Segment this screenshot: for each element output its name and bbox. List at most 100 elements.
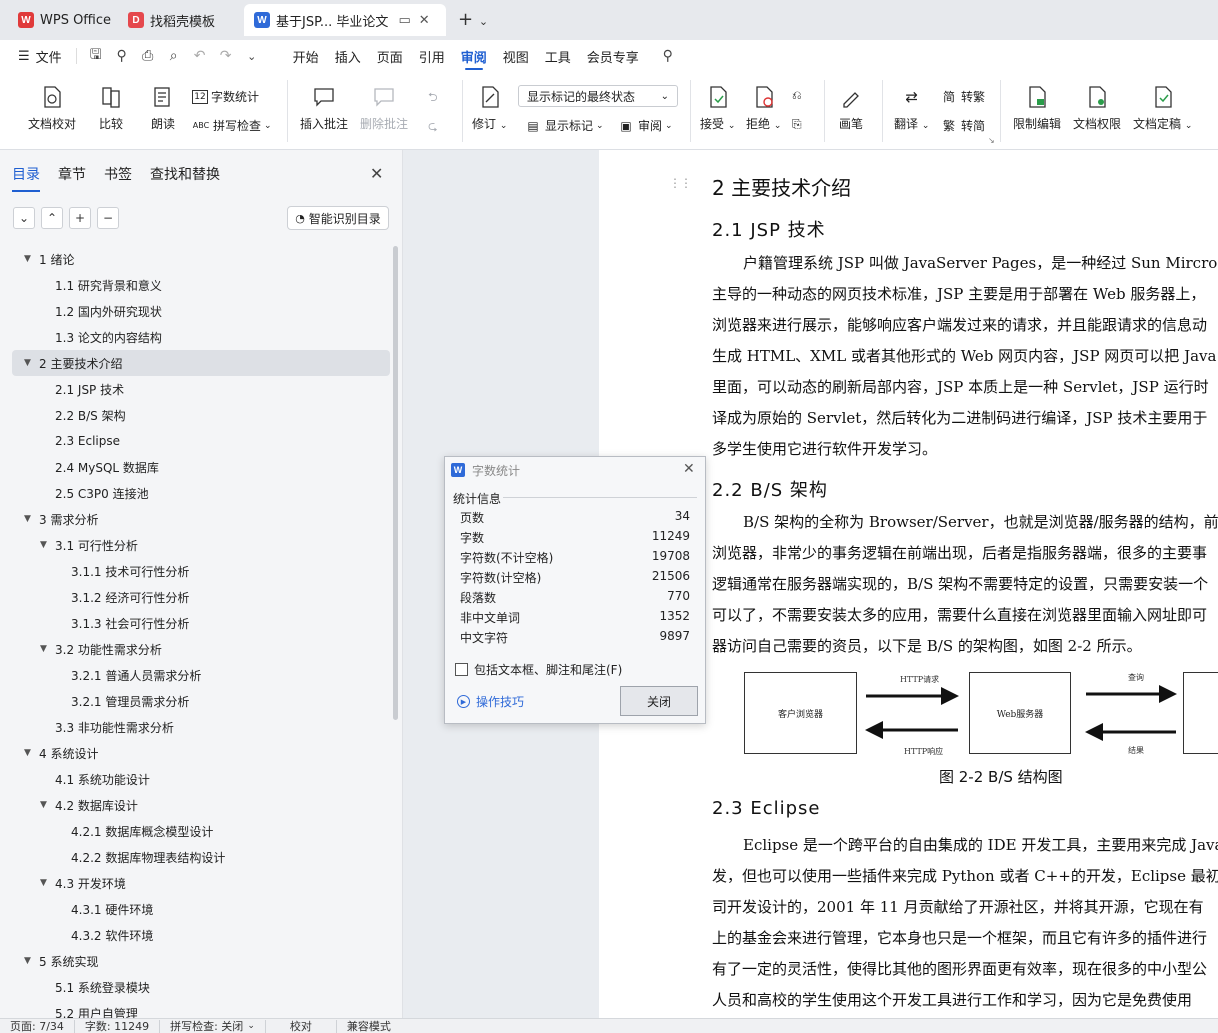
- delete-comment-button[interactable]: 删除批注: [360, 84, 408, 132]
- file-menu[interactable]: ☰ 文件: [10, 40, 70, 72]
- drag-handle-icon[interactable]: ⋮⋮: [669, 176, 692, 190]
- next-comment-icon[interactable]: ⮎: [428, 117, 438, 138]
- menu-insert[interactable]: 插入: [327, 40, 369, 72]
- close-pane-icon[interactable]: ✕: [370, 164, 383, 183]
- prev-comment-icon[interactable]: ⮌: [428, 88, 438, 109]
- expand-arrow-icon[interactable]: ▼: [24, 514, 31, 524]
- toc-item[interactable]: ▼ 1 绪论: [12, 246, 390, 272]
- markup-state-select[interactable]: 显示标记的最终状态 ⌄: [518, 85, 678, 107]
- revise-button[interactable]: 修订 ⌄: [472, 84, 507, 132]
- restrict-edit-button[interactable]: 限制编辑: [1013, 84, 1061, 132]
- toc-item[interactable]: ▼ 4.2 数据库设计: [12, 792, 390, 818]
- toc-item[interactable]: 4.2.2 数据库物理表结构设计: [12, 844, 390, 870]
- expand-arrow-icon[interactable]: ▼: [24, 358, 31, 368]
- redo-icon[interactable]: ↷: [213, 43, 239, 69]
- proofread-button[interactable]: 文档校对: [28, 84, 76, 132]
- expand-up-icon[interactable]: ⌃: [41, 207, 63, 229]
- toc-item[interactable]: 2.2 B/S 架构: [12, 402, 390, 428]
- spell-check-status[interactable]: 拼写检查: 关闭 ⌄: [160, 1019, 266, 1033]
- smart-toc-button[interactable]: ◔ 智能识别目录: [287, 206, 389, 230]
- toc-item[interactable]: 1.2 国内外研究现状: [12, 298, 390, 324]
- compare-button[interactable]: 比较: [98, 84, 124, 132]
- expand-group-icon[interactable]: ↘: [988, 136, 995, 145]
- toc-item[interactable]: 3.1.3 社会可行性分析: [12, 610, 390, 636]
- menu-reference[interactable]: 引用: [411, 40, 453, 72]
- menu-page[interactable]: 页面: [369, 40, 411, 72]
- to-simplified-button[interactable]: 繁 转简: [940, 117, 985, 134]
- tips-link[interactable]: ▶ 操作技巧: [457, 693, 524, 710]
- more-chevron-icon[interactable]: ⌄: [239, 43, 265, 69]
- tab-docer-templates[interactable]: D 找稻壳模板: [118, 4, 225, 36]
- toc-item[interactable]: 1.3 论文的内容结构: [12, 324, 390, 350]
- spell-check-button[interactable]: ABC 拼写检查 ⌄: [192, 117, 272, 134]
- translate-button[interactable]: ⇄ 翻译 ⌄: [894, 84, 929, 132]
- insert-comment-button[interactable]: 插入批注: [300, 84, 348, 132]
- toc-item[interactable]: 3.2.1 管理员需求分析: [12, 688, 390, 714]
- accept-button[interactable]: 接受 ⌄: [700, 84, 735, 132]
- include-textbox-checkbox[interactable]: 包括文本框、脚注和尾注(F): [455, 661, 622, 678]
- toc-item[interactable]: ▼ 5 系统实现: [12, 948, 390, 974]
- toc-item[interactable]: 2.5 C3P0 连接池: [12, 480, 390, 506]
- expand-arrow-icon[interactable]: ▼: [24, 956, 31, 966]
- remove-heading-icon[interactable]: −: [97, 207, 119, 229]
- toc-item[interactable]: 5.1 系统登录模块: [12, 974, 390, 1000]
- toc-item[interactable]: 2.3 Eclipse: [12, 428, 390, 454]
- toc-item[interactable]: 2.1 JSP 技术: [12, 376, 390, 402]
- toc-item[interactable]: 1.1 研究背景和意义: [12, 272, 390, 298]
- expand-arrow-icon[interactable]: ▼: [40, 878, 47, 888]
- tab-find-replace[interactable]: 查找和替换: [150, 164, 220, 192]
- new-tab-button[interactable]: + ⌄: [458, 9, 488, 30]
- share-icon[interactable]: ⚲: [109, 43, 135, 69]
- next-change-icon[interactable]: ⎘: [792, 117, 802, 132]
- chevron-down-icon[interactable]: ⌄: [479, 15, 488, 28]
- toc-item[interactable]: 3.3 非功能性需求分析: [12, 714, 390, 740]
- proof-status[interactable]: 校对: [266, 1019, 337, 1033]
- toc-item[interactable]: 4.1 系统功能设计: [12, 766, 390, 792]
- add-heading-icon[interactable]: +: [69, 207, 91, 229]
- tab-chapters[interactable]: 章节: [58, 164, 86, 192]
- read-aloud-button[interactable]: 朗读: [150, 84, 176, 132]
- undo-icon[interactable]: ↶: [187, 43, 213, 69]
- doc-finalize-button[interactable]: 文档定稿 ⌄: [1133, 84, 1192, 132]
- toc-item[interactable]: 4.3.2 软件环境: [12, 922, 390, 948]
- toc-scrollbar[interactable]: [393, 246, 398, 720]
- menu-tools[interactable]: 工具: [537, 40, 579, 72]
- toc-item[interactable]: ▼ 4.3 开发环境: [12, 870, 390, 896]
- dialog-titlebar[interactable]: W 字数统计: [445, 457, 705, 483]
- toc-item[interactable]: 3.1.2 经济可行性分析: [12, 584, 390, 610]
- screen-icon[interactable]: ▭: [398, 13, 410, 28]
- tab-toc[interactable]: 目录: [12, 164, 40, 192]
- tab-current-document[interactable]: W 基于JSP... 毕业论文 ▭ ✕: [244, 4, 446, 36]
- pen-button[interactable]: 画笔: [838, 84, 864, 132]
- toc-item[interactable]: 4.2.1 数据库概念模型设计: [12, 818, 390, 844]
- checkbox-box[interactable]: [455, 663, 468, 676]
- expand-arrow-icon[interactable]: ▼: [24, 748, 31, 758]
- menu-home[interactable]: 开始: [285, 40, 327, 72]
- prev-change-icon[interactable]: ⎌: [792, 88, 802, 103]
- toc-item[interactable]: ▼ 3.1 可行性分析: [12, 532, 390, 558]
- word-count-indicator[interactable]: 字数: 11249: [75, 1019, 161, 1033]
- expand-arrow-icon[interactable]: ▼: [40, 540, 47, 550]
- save-icon[interactable]: 🖫: [83, 43, 109, 69]
- toc-item[interactable]: ▼ 2 主要技术介绍: [12, 350, 390, 376]
- toc-item[interactable]: 4.3.1 硬件环境: [12, 896, 390, 922]
- toc-item[interactable]: ▼ 4 系统设计: [12, 740, 390, 766]
- toc-item[interactable]: 3.2.1 普通人员需求分析: [12, 662, 390, 688]
- print-icon[interactable]: ⎙: [135, 43, 161, 69]
- expand-arrow-icon[interactable]: ▼: [40, 800, 47, 810]
- close-tab-icon[interactable]: ✕: [419, 13, 430, 28]
- page-indicator[interactable]: 页面: 7/34: [0, 1019, 75, 1033]
- tab-wps-office[interactable]: W WPS Office: [8, 4, 121, 36]
- print-preview-icon[interactable]: ⌕: [161, 43, 187, 69]
- word-count-button[interactable]: 12 字数统计: [192, 88, 259, 105]
- tab-bookmarks[interactable]: 书签: [104, 164, 132, 192]
- expand-arrow-icon[interactable]: ▼: [24, 254, 31, 264]
- review-pane-button[interactable]: ▣ 审阅 ⌄: [617, 117, 672, 134]
- close-button[interactable]: 关闭: [620, 686, 698, 716]
- toc-item[interactable]: 2.4 MySQL 数据库: [12, 454, 390, 480]
- doc-permission-button[interactable]: 文档权限: [1073, 84, 1121, 132]
- menu-review[interactable]: 审阅: [453, 40, 495, 72]
- menu-vip[interactable]: 会员专享: [579, 40, 647, 72]
- menu-view[interactable]: 视图: [495, 40, 537, 72]
- reject-button[interactable]: 拒绝 ⌄: [746, 84, 781, 132]
